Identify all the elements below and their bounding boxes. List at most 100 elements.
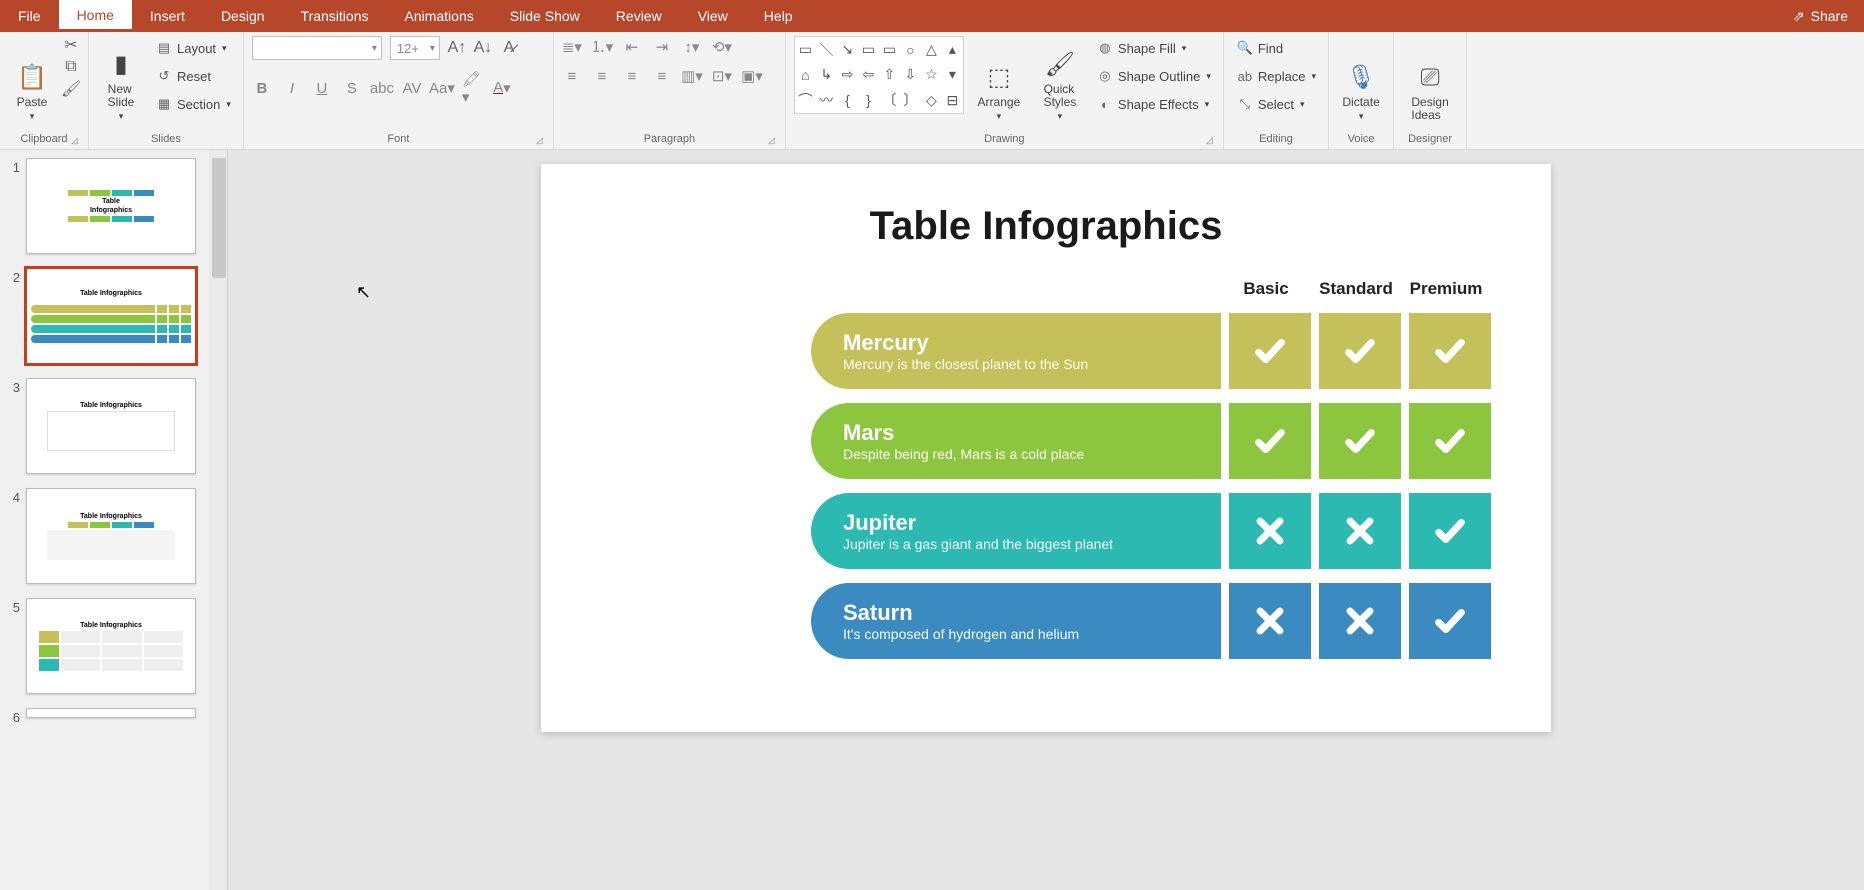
new-slide-button[interactable]: ▮ New Slide ▾ <box>97 36 145 124</box>
row-pill[interactable]: SaturnIt's composed of hydrogen and heli… <box>811 583 1221 659</box>
line-spacing-button[interactable]: ↕▾ <box>682 38 702 56</box>
gallery-scroll-down[interactable]: ▾ <box>942 62 963 87</box>
col-header-premium[interactable]: Premium <box>1401 279 1491 299</box>
change-case-button[interactable]: Aa▾ <box>432 79 452 97</box>
check-icon[interactable] <box>1229 403 1311 479</box>
clipboard-dialog-launcher[interactable]: ◿ <box>71 135 78 146</box>
font-color-button[interactable]: A▾ <box>492 79 512 97</box>
decrease-indent-button[interactable]: ⇤ <box>622 38 642 56</box>
cut-button[interactable]: ✂ <box>62 36 80 54</box>
char-spacing-button[interactable]: AV <box>402 80 422 97</box>
slide-thumb-3[interactable]: Table Infographics <box>26 378 196 474</box>
copy-button[interactable]: ⧉ <box>62 58 80 76</box>
thumb-scrollbar[interactable] <box>209 150 227 890</box>
shape-connector-icon[interactable]: ↳ <box>816 62 837 87</box>
layout-button[interactable]: ▤Layout▾ <box>151 36 235 60</box>
row-pill[interactable]: JupiterJupiter is a gas giant and the bi… <box>811 493 1221 569</box>
find-button[interactable]: 🔍Find <box>1232 36 1320 60</box>
clear-format-button[interactable]: A̷ <box>500 39 518 57</box>
font-dialog-launcher[interactable]: ◿ <box>536 135 543 146</box>
slide-thumb-2[interactable]: Table Infographics <box>26 268 196 364</box>
shape-rect-icon[interactable]: ▭ <box>858 37 879 62</box>
slide-thumb-4[interactable]: Table Infographics <box>26 488 196 584</box>
shape-arrow4-icon[interactable]: ⇧ <box>879 62 900 87</box>
slide-thumb-5[interactable]: Table Infographics <box>26 598 196 694</box>
dictate-button[interactable]: 🎙 Dictate▾ <box>1337 36 1385 124</box>
align-left-button[interactable]: ≡ <box>562 68 582 85</box>
select-button[interactable]: ⤡Select▾ <box>1232 92 1320 116</box>
check-icon[interactable] <box>1409 583 1491 659</box>
table-row[interactable]: MarsDespite being red, Mars is a cold pl… <box>811 403 1491 479</box>
paragraph-dialog-launcher[interactable]: ◿ <box>768 135 775 146</box>
shape-effects-button[interactable]: ◐Shape Effects▾ <box>1092 92 1215 116</box>
reset-button[interactable]: ↺Reset <box>151 64 235 88</box>
shape-tri-icon[interactable]: △ <box>921 37 942 62</box>
tab-slideshow[interactable]: Slide Show <box>492 0 598 32</box>
highlight-button[interactable]: 🖍▾ <box>462 70 482 106</box>
shape-arrow2-icon[interactable]: ⇨ <box>837 62 858 87</box>
slide-canvas[interactable]: ↖ Table Infographics Basic Standard Prem… <box>541 164 1551 732</box>
shape-star-icon[interactable]: ☆ <box>921 62 942 87</box>
design-ideas-button[interactable]: ⎚ Design Ideas <box>1402 36 1458 124</box>
tab-help[interactable]: Help <box>746 0 811 32</box>
gallery-more[interactable]: ⊟ <box>942 88 963 113</box>
columns-button[interactable]: ▥▾ <box>682 67 702 85</box>
bullets-button[interactable]: ≣▾ <box>562 38 582 56</box>
check-icon[interactable] <box>1319 403 1401 479</box>
check-icon[interactable] <box>1409 403 1491 479</box>
shape-arrow-icon[interactable]: ⌂ <box>795 62 816 87</box>
check-icon[interactable] <box>1409 313 1491 389</box>
row-pill[interactable]: MercuryMercury is the closest planet to … <box>811 313 1221 389</box>
shape-bracket-icon[interactable]: 〔 <box>879 88 900 113</box>
underline-button[interactable]: U <box>312 80 332 97</box>
table-row[interactable]: JupiterJupiter is a gas giant and the bi… <box>811 493 1491 569</box>
tab-view[interactable]: View <box>680 0 746 32</box>
cross-icon[interactable] <box>1229 583 1311 659</box>
thumb-scroll-handle[interactable] <box>212 158 226 278</box>
shape-oval-icon[interactable]: ○ <box>900 37 921 62</box>
table-row[interactable]: MercuryMercury is the closest planet to … <box>811 313 1491 389</box>
font-size-combo[interactable]: 12+ <box>390 36 440 60</box>
shape-fill-button[interactable]: ◍Shape Fill▾ <box>1092 36 1215 60</box>
tab-file[interactable]: File <box>0 0 59 32</box>
italic-button[interactable]: I <box>282 80 302 97</box>
shadow-button[interactable]: S <box>342 80 362 97</box>
strikethrough-button[interactable]: abc <box>372 80 392 97</box>
arrange-button[interactable]: ⬚ Arrange▾ <box>970 36 1028 124</box>
shape-line-icon[interactable]: ＼ <box>816 37 837 62</box>
shape-arrow3-icon[interactable]: ⇦ <box>858 62 879 87</box>
align-right-button[interactable]: ≡ <box>622 68 642 85</box>
shape-rect2-icon[interactable]: ▭ <box>879 37 900 62</box>
shapes-gallery[interactable]: ▭＼↘▭▭○△▴ ⌂↳⇨⇦⇧⇩☆▾ ⌒〰{}〔〕◇⊟ <box>794 36 964 114</box>
shape-free-icon[interactable]: 〰 <box>816 88 837 113</box>
paste-button[interactable]: 📋 Paste ▾ <box>8 36 56 124</box>
slide-title[interactable]: Table Infographics <box>601 204 1491 249</box>
table-row[interactable]: SaturnIt's composed of hydrogen and heli… <box>811 583 1491 659</box>
tab-insert[interactable]: Insert <box>132 0 203 32</box>
format-painter-button[interactable]: 🖌 <box>62 80 80 98</box>
col-header-basic[interactable]: Basic <box>1221 279 1311 299</box>
quick-styles-button[interactable]: 🖌 Quick Styles▾ <box>1034 36 1086 124</box>
cross-icon[interactable] <box>1319 493 1401 569</box>
shape-brace-icon[interactable]: { <box>837 88 858 113</box>
decrease-font-button[interactable]: A↓ <box>474 39 492 57</box>
align-text-button[interactable]: ⊡▾ <box>712 67 732 85</box>
cross-icon[interactable] <box>1319 583 1401 659</box>
slide-thumb-6[interactable] <box>26 708 196 718</box>
shape-brace2-icon[interactable]: } <box>858 88 879 113</box>
align-center-button[interactable]: ≡ <box>592 68 612 85</box>
section-button[interactable]: ▦Section▾ <box>151 92 235 116</box>
shape-arrow5-icon[interactable]: ⇩ <box>900 62 921 87</box>
check-icon[interactable] <box>1319 313 1401 389</box>
tab-design[interactable]: Design <box>203 0 283 32</box>
numbering-button[interactable]: ⒈▾ <box>592 36 612 57</box>
text-direction-button[interactable]: ⟲▾ <box>712 38 732 56</box>
font-name-combo[interactable] <box>252 36 382 60</box>
tab-animations[interactable]: Animations <box>386 0 491 32</box>
shape-curve-icon[interactable]: ⌒ <box>795 88 816 113</box>
shape-outline-button[interactable]: ◎Shape Outline▾ <box>1092 64 1215 88</box>
slide-editor[interactable]: ↖ Table Infographics Basic Standard Prem… <box>228 150 1864 890</box>
drawing-dialog-launcher[interactable]: ◿ <box>1206 135 1213 146</box>
shape-callout-icon[interactable]: ◇ <box>921 88 942 113</box>
smartart-button[interactable]: ▣▾ <box>742 67 762 85</box>
